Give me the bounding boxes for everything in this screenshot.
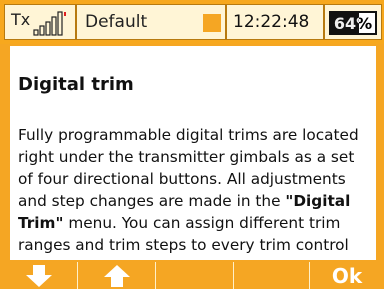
scrollbar[interactable] bbox=[376, 46, 381, 260]
profile-indicator-icon bbox=[203, 14, 221, 32]
profile-name: Default bbox=[85, 12, 148, 32]
battery-percent: 64% bbox=[333, 14, 373, 33]
ok-button[interactable]: Ok bbox=[310, 262, 384, 289]
tx-label: Tx bbox=[11, 10, 31, 29]
clock-time: 12:22:48 bbox=[233, 12, 310, 32]
page-title: Digital trim bbox=[18, 74, 134, 95]
profile-cell[interactable]: Default bbox=[76, 4, 226, 40]
scroll-down-button[interactable] bbox=[0, 262, 78, 289]
signal-strength-icon bbox=[33, 11, 66, 36]
help-paragraph: Fully programmable digital trims are loc… bbox=[18, 124, 372, 260]
empty-button-3[interactable] bbox=[156, 262, 234, 289]
help-content: Digital trim Fully programmable digital … bbox=[10, 46, 378, 260]
paragraph-text-2: menu. You can assign different trim rang… bbox=[18, 214, 349, 260]
clock-cell: 12:22:48 bbox=[226, 4, 324, 40]
status-bar: Tx Default 12:22:48 64% bbox=[0, 0, 384, 44]
battery-cell: 64% bbox=[324, 4, 382, 40]
arrow-up-icon bbox=[104, 265, 130, 287]
tx-signal-cell: Tx bbox=[4, 4, 76, 40]
empty-button-4[interactable] bbox=[234, 262, 310, 289]
scroll-up-button[interactable] bbox=[78, 262, 156, 289]
battery-icon: 64% bbox=[329, 11, 377, 35]
ok-label: Ok bbox=[331, 264, 363, 288]
arrow-down-icon bbox=[26, 265, 52, 287]
bottom-bar: Ok bbox=[0, 262, 384, 289]
